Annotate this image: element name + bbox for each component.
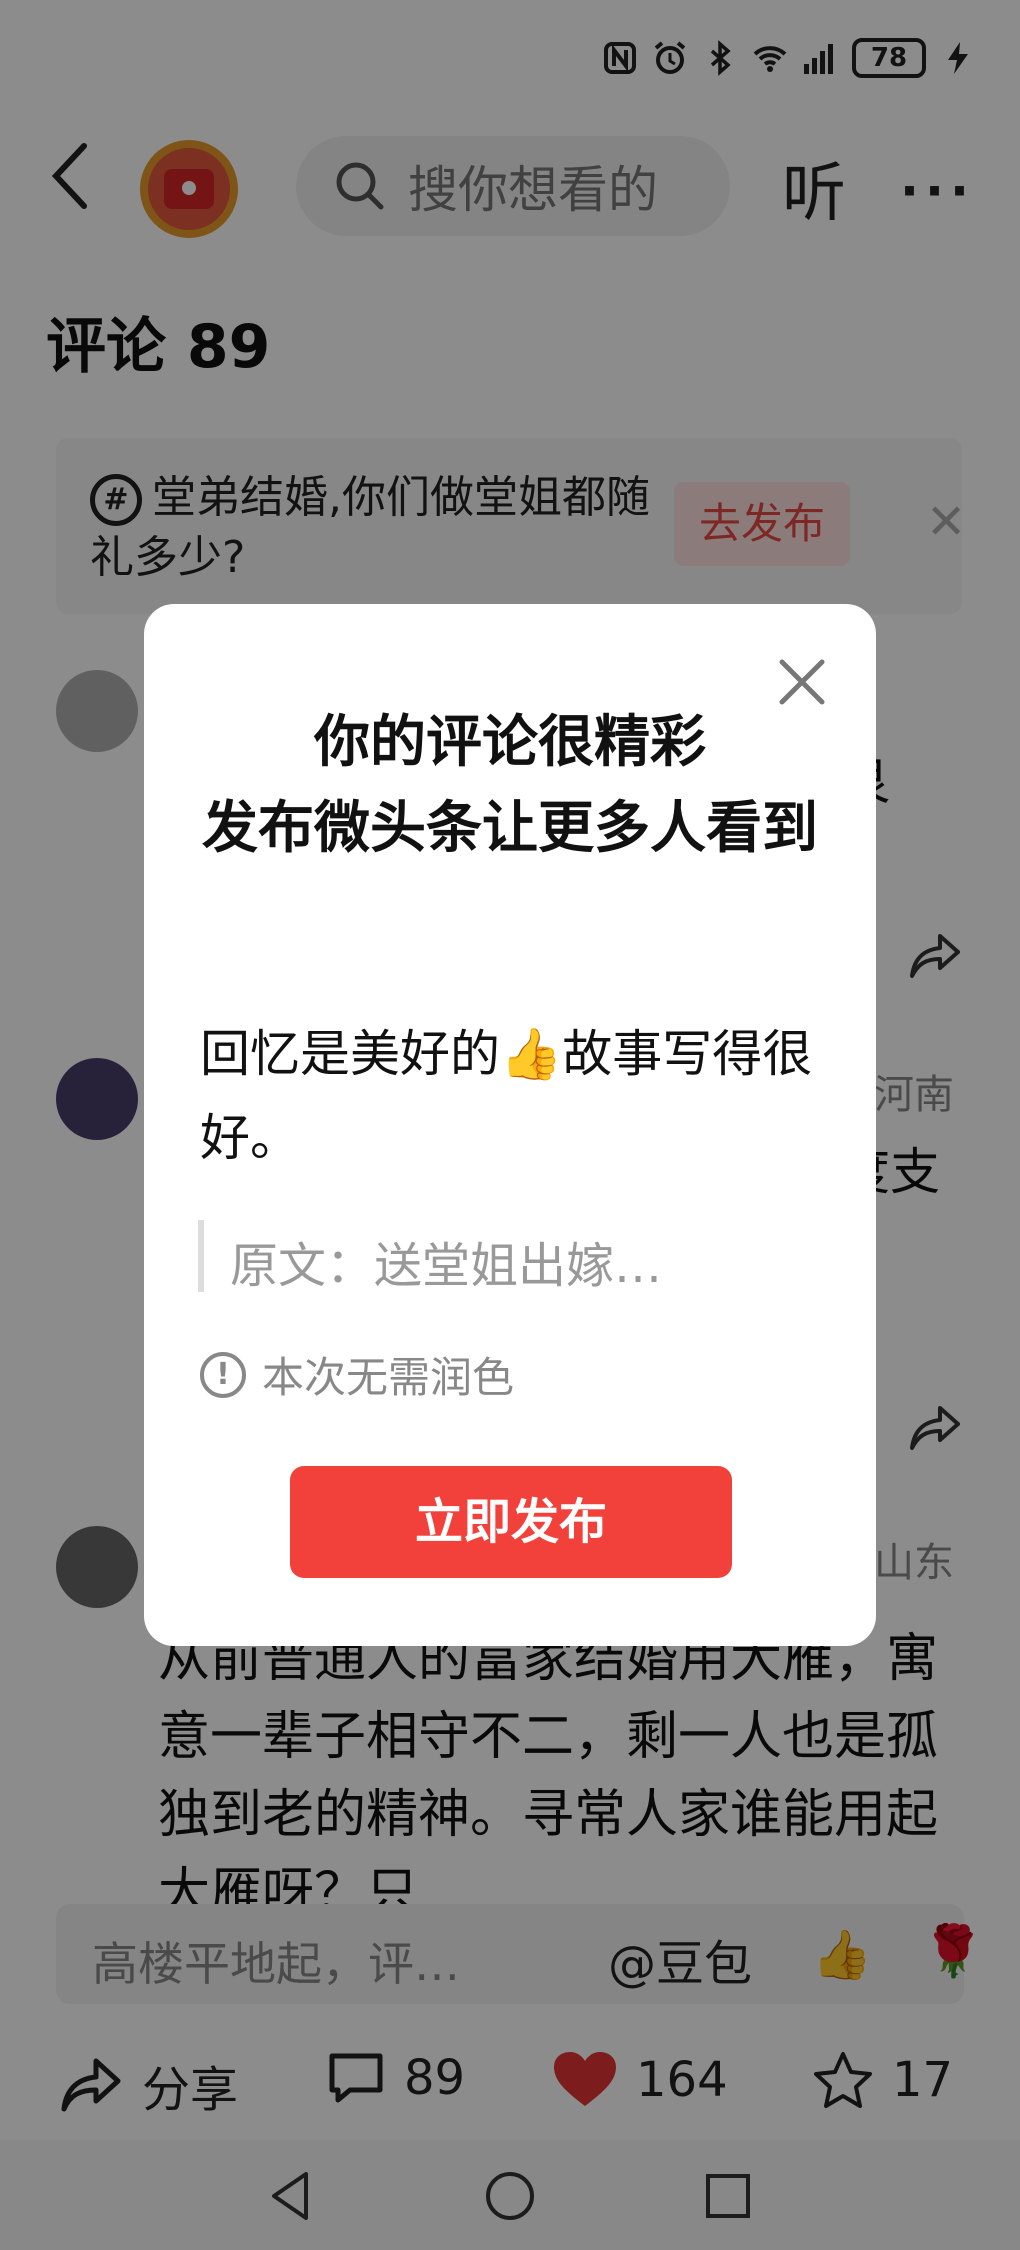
notice-row: ! 本次无需润色 <box>200 1344 514 1405</box>
publish-now-button[interactable]: 立即发布 <box>290 1466 732 1578</box>
dialog-title-text: 你的评论很精彩 发布微头条让更多人看到 <box>202 710 818 861</box>
thumbs-up-emoji: 👍 <box>500 1025 563 1083</box>
notice-text: 本次无需润色 <box>262 1353 515 1402</box>
quote-divider <box>198 1220 204 1292</box>
dialog-comment-text: 回忆是美好的👍故事写得很好。 <box>200 1012 820 1180</box>
comment-text-before: 回忆是美好的 <box>200 1025 500 1083</box>
info-icon: ! <box>200 1351 246 1398</box>
publish-micro-post-dialog: 你的评论很精彩 发布微头条让更多人看到 回忆是美好的👍故事写得很好。 原文：送堂… <box>144 604 876 1646</box>
original-quote: 原文：送堂姐出嫁… <box>230 1238 663 1294</box>
dialog-title: 你的评论很精彩 发布微头条让更多人看到 <box>184 700 836 872</box>
